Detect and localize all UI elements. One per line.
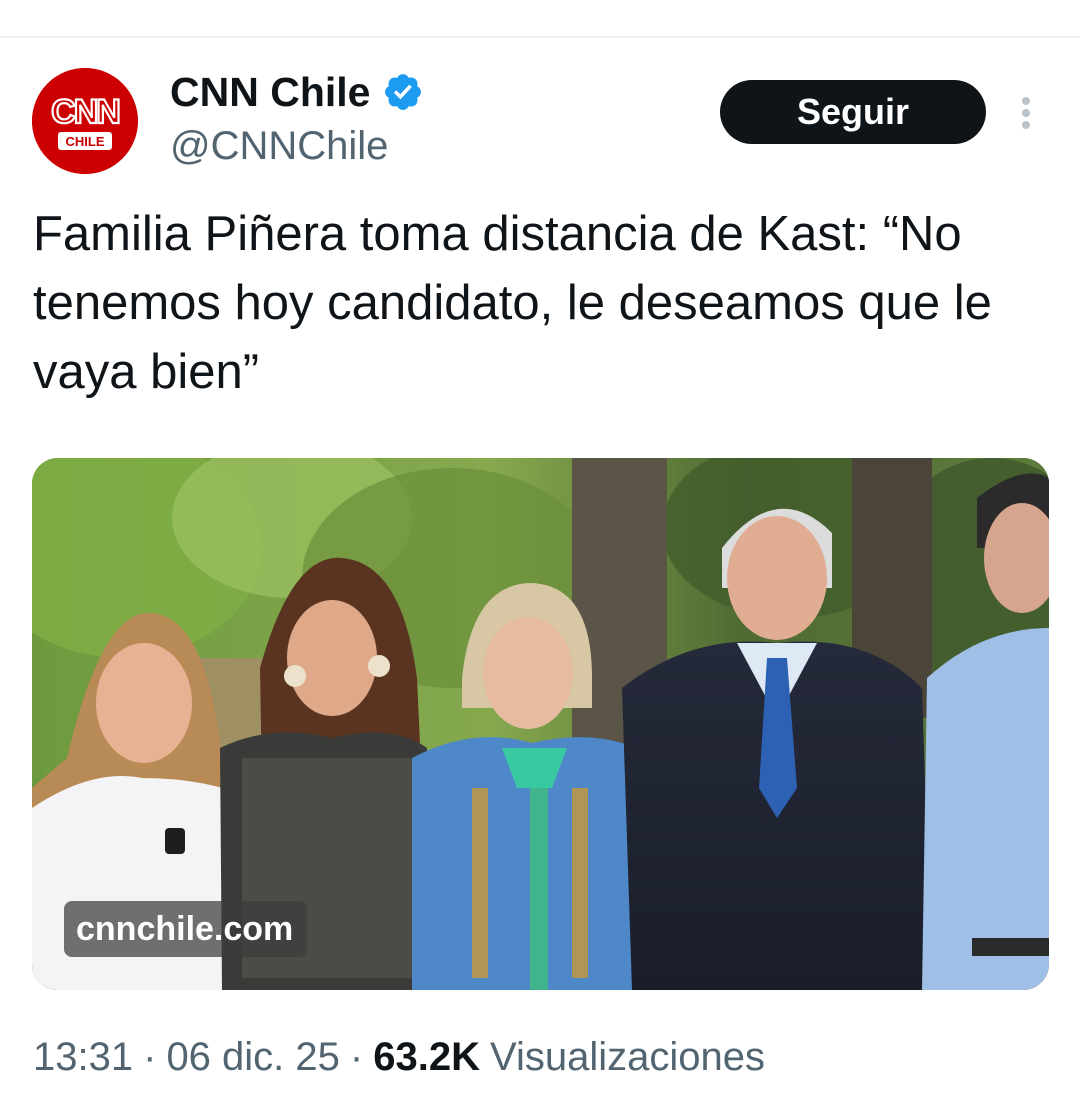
more-vertical-icon	[1022, 97, 1030, 129]
display-name[interactable]: CNN Chile	[170, 66, 370, 118]
media-watermark: cnnchile.com	[64, 901, 308, 957]
tweet-date[interactable]: 06 dic. 25	[166, 1035, 339, 1080]
cnn-chile-logo: CNN CHILE	[32, 68, 138, 174]
display-name-row: CNN Chile	[170, 66, 424, 118]
views-label[interactable]: Visualizaciones	[490, 1035, 765, 1080]
avatar-logo-text: CNN	[51, 93, 119, 131]
meta-separator: ·	[143, 1034, 157, 1079]
more-options-button[interactable]	[1010, 92, 1042, 134]
tweet-text: Familia Piñera toma distancia de Kast: “…	[33, 207, 992, 399]
tweet-media[interactable]: cnnchile.com	[32, 458, 1049, 990]
top-divider	[0, 36, 1080, 38]
tweet-meta: 13:31 · 06 dic. 25 · 63.2K Visualizacion…	[33, 1030, 765, 1084]
verified-badge-icon[interactable]	[382, 71, 424, 113]
avatar[interactable]: CNN CHILE	[32, 68, 138, 174]
avatar-sub-text: CHILE	[66, 134, 105, 149]
views-count[interactable]: 63.2K	[373, 1035, 480, 1080]
meta-separator: ·	[349, 1034, 364, 1079]
follow-button[interactable]: Seguir	[720, 80, 986, 144]
account-handle[interactable]: @CNNChile	[170, 121, 388, 171]
tweet-time[interactable]: 13:31	[33, 1035, 133, 1080]
